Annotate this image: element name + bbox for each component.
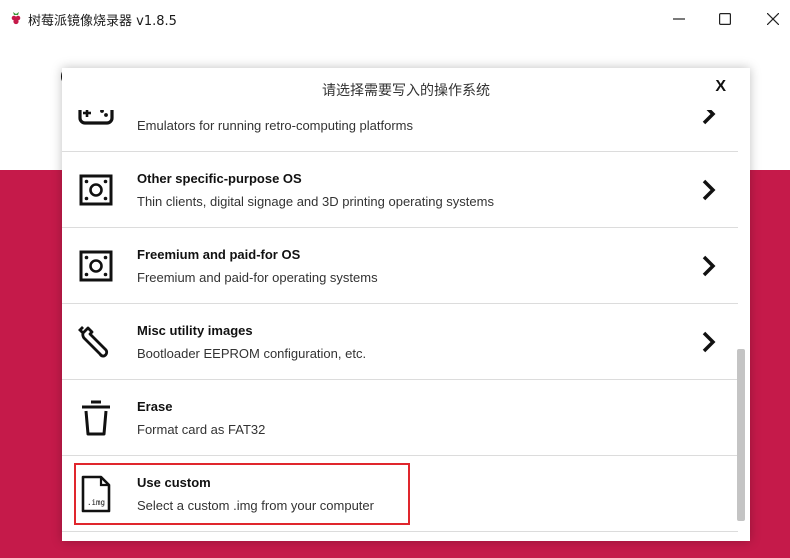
board-icon	[76, 170, 116, 210]
gamepad-icon	[76, 110, 116, 134]
item-description: Emulators for running retro-computing pl…	[137, 118, 414, 133]
item-title: Misc utility images	[137, 323, 253, 338]
list-item-other-specific-purpose-os[interactable]: Other specific-purpose OS Thin clients, …	[62, 152, 738, 228]
list-item-erase[interactable]: Erase Format card as FAT32	[62, 380, 738, 456]
item-description: Format card as FAT32	[137, 422, 266, 437]
chevron-right-icon[interactable]	[700, 176, 718, 204]
os-select-dialog: 请选择需要写入的操作系统 X Emulators for running ret…	[62, 68, 750, 541]
list-item-emulation[interactable]: Emulators for running retro-computing pl…	[62, 110, 738, 152]
chevron-right-icon[interactable]	[700, 110, 718, 128]
maximize-button[interactable]	[702, 0, 748, 38]
selection-highlight-box	[74, 463, 410, 525]
item-title: Erase	[137, 399, 173, 414]
wrench-icon	[76, 322, 116, 362]
dialog-title: 请选择需要写入的操作系统	[322, 83, 490, 99]
board-icon	[76, 246, 116, 286]
dialog-header: 请选择需要写入的操作系统 X	[62, 68, 750, 110]
maximize-icon	[719, 13, 731, 25]
item-description: Freemium and paid-for operating systems	[137, 270, 378, 285]
trash-icon	[76, 398, 116, 438]
dialog-close-button[interactable]: X	[715, 78, 726, 96]
scrollbar-thumb[interactable]	[737, 349, 745, 521]
os-list[interactable]: Emulators for running retro-computing pl…	[62, 110, 750, 541]
item-description: Thin clients, digital signage and 3D pri…	[137, 194, 494, 209]
item-description: Bootloader EEPROM configuration, etc.	[137, 346, 367, 361]
item-title: Freemium and paid-for OS	[137, 247, 301, 262]
close-icon	[767, 13, 779, 25]
list-item-misc-utility-images[interactable]: Misc utility images Bootloader EEPROM co…	[62, 304, 738, 380]
close-window-button[interactable]	[750, 0, 790, 38]
chevron-right-icon[interactable]	[700, 328, 718, 356]
list-item-use-custom[interactable]: .img Use custom Select a custom .img fro…	[62, 456, 738, 532]
raspberry-icon	[11, 12, 21, 25]
title-bar: 树莓派镜像烧录器 v1.8.5	[0, 0, 790, 38]
window-title: 树莓派镜像烧录器 v1.8.5	[28, 14, 177, 29]
minimize-button[interactable]	[656, 0, 702, 38]
minimize-icon	[673, 18, 685, 20]
item-title: Other specific-purpose OS	[137, 171, 302, 186]
chevron-right-icon[interactable]	[700, 252, 718, 280]
list-item-freemium-paid-os[interactable]: Freemium and paid-for OS Freemium and pa…	[62, 228, 738, 304]
